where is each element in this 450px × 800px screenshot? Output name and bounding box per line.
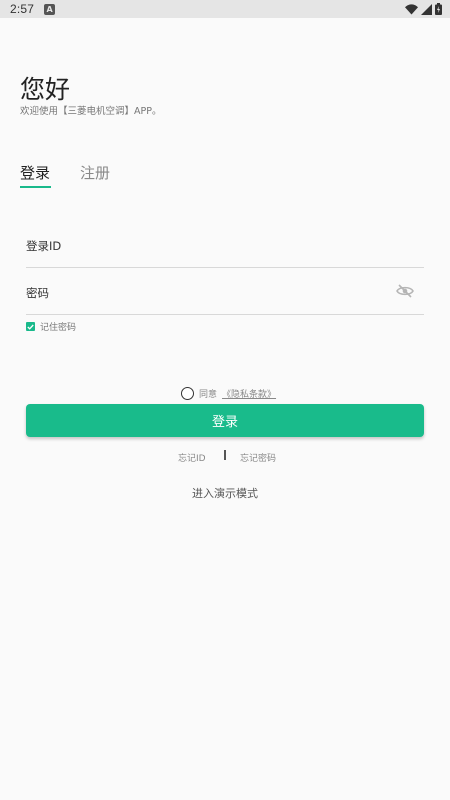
signal-icon (421, 3, 432, 15)
remember-password[interactable]: 记住密码 (26, 320, 76, 333)
login-screen: 2:57 A 您好 欢迎使用【三菱电机空调】APP。 登录 注册 登录ID 密码 (0, 0, 450, 800)
privacy-policy-link[interactable]: 《隐私条款》 (222, 387, 276, 400)
eye-off-icon[interactable] (396, 284, 414, 298)
status-icons (405, 3, 442, 15)
login-id-input[interactable]: 登录ID (26, 228, 424, 268)
battery-icon (435, 3, 442, 15)
tab-register[interactable]: 注册 (80, 162, 110, 183)
forgot-password-link[interactable]: 忘记密码 (240, 451, 276, 464)
active-tab-indicator (20, 186, 51, 188)
password-input[interactable]: 密码 (26, 275, 424, 315)
demo-mode-link[interactable]: 进入演示模式 (0, 485, 450, 501)
forgot-id-link[interactable]: 忘记ID (178, 451, 206, 464)
tab-login[interactable]: 登录 (20, 162, 50, 183)
status-time: 2:57 (10, 2, 35, 16)
notification-badge-icon: A (44, 3, 56, 15)
remember-checkbox[interactable] (26, 322, 35, 331)
agree-prefix: 同意 (199, 390, 218, 400)
greeting-subtitle: 欢迎使用【三菱电机空调】APP。 (20, 106, 162, 117)
agree-radio[interactable] (181, 387, 194, 400)
privacy-agreement[interactable]: 同意 《隐私条款》 (181, 387, 276, 400)
greeting-title: 您好 (20, 75, 71, 104)
remember-label: 记住密码 (40, 323, 77, 333)
login-id-label: 登录ID (26, 239, 62, 253)
status-bar: 2:57 A (0, 0, 450, 18)
link-divider (224, 450, 226, 460)
login-button[interactable]: 登录 (26, 404, 424, 437)
wifi-icon (405, 3, 418, 14)
check-icon (27, 324, 34, 330)
password-label: 密码 (26, 286, 49, 300)
